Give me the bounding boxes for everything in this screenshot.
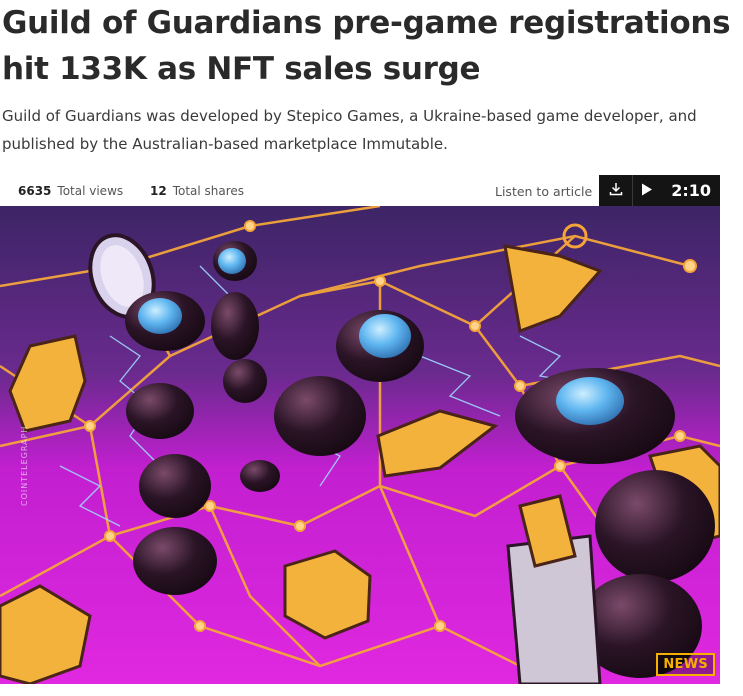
hero-illustration xyxy=(0,206,720,684)
hero-watermark: COINTELEGRAPH xyxy=(20,425,29,506)
total-views-label: Total views xyxy=(57,184,124,198)
hero-image: COINTELEGRAPH NEWS xyxy=(0,206,720,684)
play-audio-button[interactable] xyxy=(633,175,661,206)
news-badge: NEWS xyxy=(656,653,715,676)
total-views-stat: 6635 Total views xyxy=(18,184,123,198)
article-meta-bar: 6635 Total views 12 Total shares Listen … xyxy=(0,175,720,206)
total-views-count: 6635 xyxy=(18,184,52,198)
play-icon xyxy=(641,183,653,199)
article-headline: Guild of Guardians pre-game registration… xyxy=(2,5,731,87)
total-shares-stat: 12 Total shares xyxy=(150,184,244,198)
audio-duration: 2:10 xyxy=(671,181,711,200)
article-lede: Guild of Guardians was developed by Step… xyxy=(2,107,697,153)
audio-player: 2:10 xyxy=(599,175,720,206)
listen-to-article-label[interactable]: Listen to article xyxy=(495,184,592,199)
download-audio-button[interactable] xyxy=(599,175,633,206)
total-shares-label: Total shares xyxy=(172,184,245,198)
total-shares-count: 12 xyxy=(150,184,167,198)
download-icon xyxy=(609,182,623,199)
